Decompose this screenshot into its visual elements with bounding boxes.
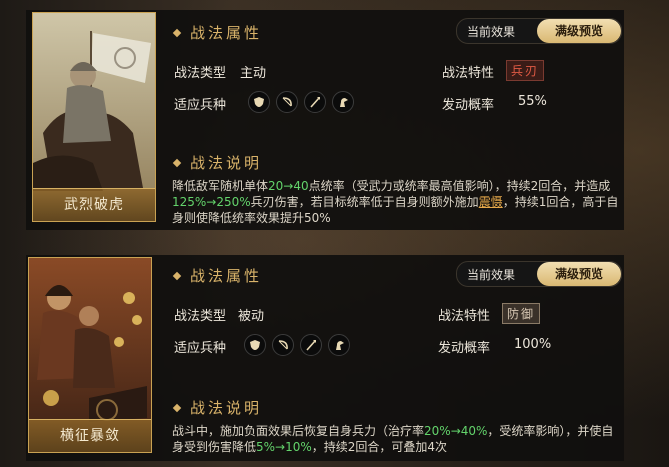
general-name: 横征暴敛 <box>29 419 151 452</box>
effect-toggle: 当前效果 满级预览 <box>456 18 622 44</box>
tactic-trait-label: 战法特性 <box>438 309 491 324</box>
desc-text: ，持续2回合，可叠加4次 <box>311 440 448 454</box>
troop-types-label: 适应兵种 <box>174 98 227 113</box>
bow-icon <box>272 334 294 356</box>
trigger-rate-label: 发动概率 <box>438 341 491 356</box>
desc-header-text: 战法说明 <box>190 399 263 417</box>
tactic-trait-label: 战法特性 <box>442 66 495 81</box>
tactic-type-label: 战法类型 <box>174 66 227 81</box>
effect-toggle: 当前效果 满级预览 <box>456 261 622 287</box>
max-level-preview-tab[interactable]: 满级预览 <box>537 19 621 43</box>
tactic-type-value: 被动 <box>238 309 265 324</box>
status-link-deter[interactable]: 震慑 <box>479 195 503 209</box>
trigger-rate-label: 发动概率 <box>442 98 495 113</box>
tactic-type-label: 战法类型 <box>174 309 227 324</box>
attr-header-text: 战法属性 <box>190 24 263 42</box>
attr-header: 战法属性 <box>172 265 263 286</box>
desc-value: 20→40 <box>268 179 309 193</box>
bow-icon <box>276 91 298 113</box>
desc-value: 125%→250% <box>172 195 251 209</box>
desc-value: 20%→40% <box>424 424 488 438</box>
tactic-card-2: 横征暴敛 战法属性 当前效果 满级预览 战法类型 被动 战法特性 防御 适应兵种… <box>26 255 624 461</box>
desc-header-text: 战法说明 <box>190 154 263 172</box>
general-portrait-2[interactable]: 横征暴敛 <box>28 257 152 453</box>
spear-icon <box>300 334 322 356</box>
diamond-icon <box>172 158 182 167</box>
desc-value: 5%→10% <box>256 440 312 454</box>
desc-header: 战法说明 <box>172 397 263 418</box>
troop-types-label: 适应兵种 <box>174 341 227 356</box>
trigger-rate-value: 55% <box>518 94 547 109</box>
shield-icon <box>248 91 270 113</box>
spear-icon <box>304 91 326 113</box>
diamond-icon <box>172 403 182 412</box>
troop-icons <box>248 91 354 113</box>
desc-header: 战法说明 <box>172 152 263 173</box>
desc-text: 战斗中，施加负面效果后恢复自身兵力（治疗率 <box>172 424 425 438</box>
horse-icon <box>328 334 350 356</box>
diamond-icon <box>172 271 182 280</box>
horse-icon <box>332 91 354 113</box>
attr-header: 战法属性 <box>172 22 263 43</box>
shield-icon <box>244 334 266 356</box>
desc-text: 点统率（受武力或统率最高值影响），持续2回合，并造成 <box>308 179 611 193</box>
tactic-type-value: 主动 <box>240 66 267 81</box>
tactic-trait-badge: 兵刃 <box>506 60 545 81</box>
desc-text: 兵刃伤害，若目标统率低于自身则额外施加 <box>250 195 479 209</box>
max-level-preview-tab[interactable]: 满级预览 <box>537 262 621 286</box>
tactic-card-1: 武烈破虎 战法属性 当前效果 满级预览 战法类型 主动 战法特性 兵刃 适应兵种… <box>26 10 624 230</box>
attr-header-text: 战法属性 <box>190 267 263 285</box>
current-effect-tab[interactable]: 当前效果 <box>467 23 515 40</box>
trigger-rate-value: 100% <box>514 337 552 352</box>
tactic-description: 降低敌军随机单体20→40点统率（受武力或统率最高值影响），持续2回合，并造成 1… <box>172 178 624 226</box>
troop-icons <box>244 334 350 356</box>
current-effect-tab[interactable]: 当前效果 <box>467 266 515 283</box>
general-portrait-1[interactable]: 武烈破虎 <box>32 12 156 222</box>
general-name: 武烈破虎 <box>33 188 155 221</box>
tactic-trait-badge: 防御 <box>502 303 541 324</box>
diamond-icon <box>172 28 182 37</box>
desc-text: 降低敌军随机单体 <box>172 179 269 193</box>
tactic-description: 战斗中，施加负面效果后恢复自身兵力（治疗率20%→40%，受统率影响），并使自身… <box>172 423 624 455</box>
